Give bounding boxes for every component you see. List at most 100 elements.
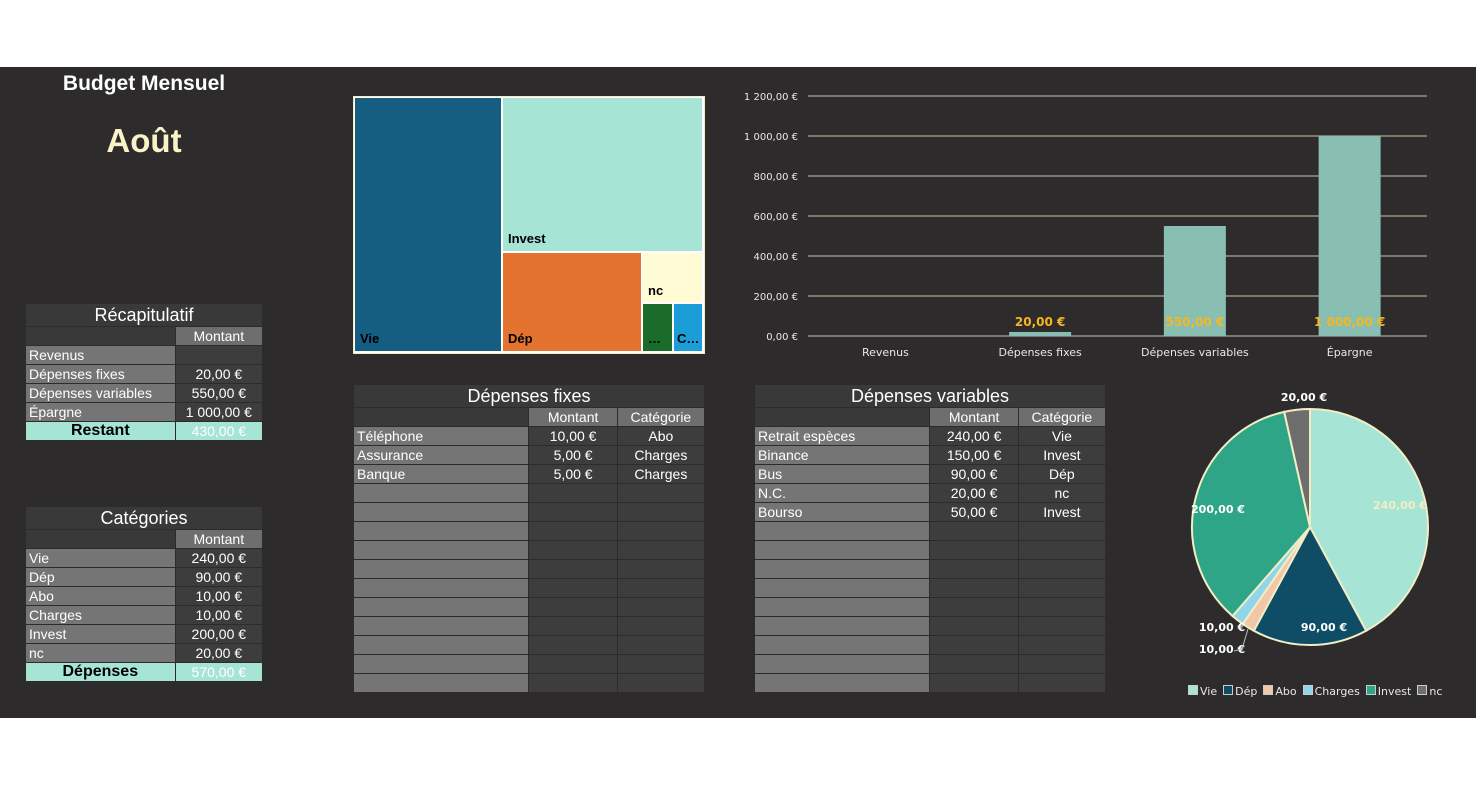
table-row[interactable]: Retrait espèces 240,00 € Vie	[753, 426, 1107, 446]
month-title: Août	[106, 122, 182, 159]
y-tick-label: 0,00 €	[766, 332, 798, 343]
recap-table: Récapitulatif Montant Revenus Dépenses f…	[25, 303, 264, 441]
table-row[interactable]: nc 20,00 €	[25, 643, 264, 663]
legend-item: Charges	[1302, 685, 1360, 698]
legend-swatch	[1302, 685, 1313, 695]
bar[interactable]	[1009, 332, 1072, 336]
legend-item: Vie	[1188, 685, 1217, 698]
empty-row[interactable]	[352, 597, 706, 617]
legend-swatch	[1417, 685, 1428, 695]
pie-data-label: 90,00 €	[1301, 621, 1347, 634]
empty-row[interactable]	[352, 540, 706, 560]
empty-row[interactable]	[352, 521, 706, 541]
categories-total-value[interactable]: 570,00 €	[174, 662, 264, 682]
empty-row[interactable]	[753, 616, 1107, 636]
pie-chart[interactable]: 240,00 €90,00 €10,00 €10,00 €200,00 €20,…	[1170, 385, 1460, 675]
treemap-tile-dep[interactable]: Dép	[502, 252, 642, 352]
empty-row[interactable]	[753, 540, 1107, 560]
treemap-tile-invest[interactable]: Invest	[502, 97, 703, 252]
fixed-expenses-table: Dépenses fixes Montant Catégorie Téléphon…	[352, 384, 706, 693]
table-row[interactable]: Revenus	[25, 345, 264, 365]
categories-col-header: Montant	[174, 529, 264, 549]
fixed-expenses-title: Dépenses fixes	[353, 384, 705, 408]
x-tick-label: Dépenses variables	[1141, 346, 1249, 359]
y-tick-label: 400,00 €	[753, 252, 798, 263]
table-row[interactable]: Binance 150,00 € Invest	[753, 445, 1107, 465]
legend-swatch	[1365, 685, 1376, 695]
y-tick-label: 1 000,00 €	[744, 132, 798, 143]
empty-row[interactable]	[352, 483, 706, 503]
legend-label: Charges	[1314, 685, 1360, 698]
table-row[interactable]: Vie 240,00 €	[25, 548, 264, 568]
legend-swatch	[1223, 685, 1234, 695]
table-row[interactable]: Téléphone 10,00 € Abo	[352, 426, 706, 446]
page-title: Budget Mensuel	[62, 72, 226, 95]
recap-col-header: Montant	[174, 326, 264, 346]
empty-row[interactable]	[352, 502, 706, 522]
pie-data-label: 20,00 €	[1281, 391, 1327, 404]
legend-label: Invest	[1377, 685, 1412, 698]
empty-row[interactable]	[753, 635, 1107, 655]
categories-total-label: Dépenses	[25, 662, 176, 682]
empty-row[interactable]	[352, 635, 706, 655]
treemap-tile-charges[interactable]: C…	[673, 303, 703, 352]
bar-chart[interactable]: 0,00 € 200,00 € 400,00 € 600,00 € 800,00 € 1 …	[730, 80, 1440, 375]
legend-item: Abo	[1263, 685, 1297, 698]
empty-row[interactable]	[352, 578, 706, 598]
table-row[interactable]: Assurance 5,00 € Charges	[352, 445, 706, 465]
bar-data-label: 550,00 €	[1165, 315, 1224, 329]
empty-row[interactable]	[352, 673, 706, 693]
table-row[interactable]: Épargne 1 000,00 €	[25, 402, 264, 422]
y-tick-label: 800,00 €	[753, 172, 798, 183]
table-row[interactable]: Banque 5,00 € Charges	[352, 464, 706, 484]
total-row[interactable]: Restant 430,00 €	[25, 421, 264, 441]
empty-row[interactable]	[753, 578, 1107, 598]
y-tick-label: 1 200,00 €	[744, 92, 798, 103]
table-row[interactable]: Dép 90,00 €	[25, 567, 264, 587]
table-row[interactable]: Dépenses fixes 20,00 €	[25, 364, 264, 384]
table-row[interactable]: Bourso 50,00 € Invest	[753, 502, 1107, 522]
legend-swatch	[1263, 685, 1274, 695]
table-row[interactable]: Dépenses variables 550,00 €	[25, 383, 264, 403]
legend-swatch	[1188, 685, 1198, 695]
empty-row[interactable]	[352, 616, 706, 636]
legend-item: nc	[1417, 685, 1442, 698]
legend-label: Vie	[1200, 685, 1218, 698]
empty-row[interactable]	[352, 559, 706, 579]
pie-data-label: 10,00 €	[1199, 621, 1245, 634]
legend-label: nc	[1429, 685, 1443, 698]
legend-label: Abo	[1275, 685, 1297, 698]
treemap-tile-abo[interactable]: …	[642, 303, 673, 352]
treemap-tile-vie[interactable]: Vie	[354, 97, 502, 352]
y-tick-label: 200,00 €	[753, 292, 798, 303]
legend-label: Dép	[1235, 685, 1258, 698]
table-row[interactable]: Abo 10,00 €	[25, 586, 264, 606]
pie-data-label: 200,00 €	[1191, 503, 1245, 516]
table-row[interactable]: Invest 200,00 €	[25, 624, 264, 644]
x-tick-label: Revenus	[862, 346, 909, 359]
y-tick-label: 600,00 €	[753, 212, 798, 223]
empty-row[interactable]	[753, 673, 1107, 693]
total-row[interactable]: Dépenses 570,00 €	[25, 662, 264, 682]
table-row[interactable]: Bus 90,00 € Dép	[753, 464, 1107, 484]
bar-data-label: 20,00 €	[1015, 315, 1065, 329]
empty-row[interactable]	[753, 521, 1107, 541]
empty-row[interactable]	[753, 597, 1107, 617]
treemap-chart[interactable]: Vie Invest Dép nc … C…	[353, 96, 705, 354]
bar[interactable]	[1318, 136, 1381, 336]
legend-item: Invest	[1365, 685, 1412, 698]
pie-legend: Vie Dép Abo Charges Invest nc	[1188, 685, 1442, 698]
table-row[interactable]: Charges 10,00 €	[25, 605, 264, 625]
variable-expenses-table: Dépenses variables Montant Catégorie Retr…	[753, 384, 1107, 693]
categories-title: Catégories	[25, 506, 263, 530]
treemap-tile-nc[interactable]: nc	[642, 252, 703, 303]
legend-item: Dép	[1223, 685, 1257, 698]
table-row[interactable]: N.C. 20,00 € nc	[753, 483, 1107, 503]
pie-data-label: 240,00 €	[1373, 499, 1427, 512]
empty-row[interactable]	[753, 559, 1107, 579]
empty-row[interactable]	[352, 654, 706, 674]
x-tick-label: Épargne	[1327, 346, 1373, 359]
recap-total-value[interactable]: 430,00 €	[174, 421, 264, 441]
categories-table: Catégories Montant Vie 240,00 € Dép 90,00 …	[25, 506, 264, 682]
empty-row[interactable]	[753, 654, 1107, 674]
